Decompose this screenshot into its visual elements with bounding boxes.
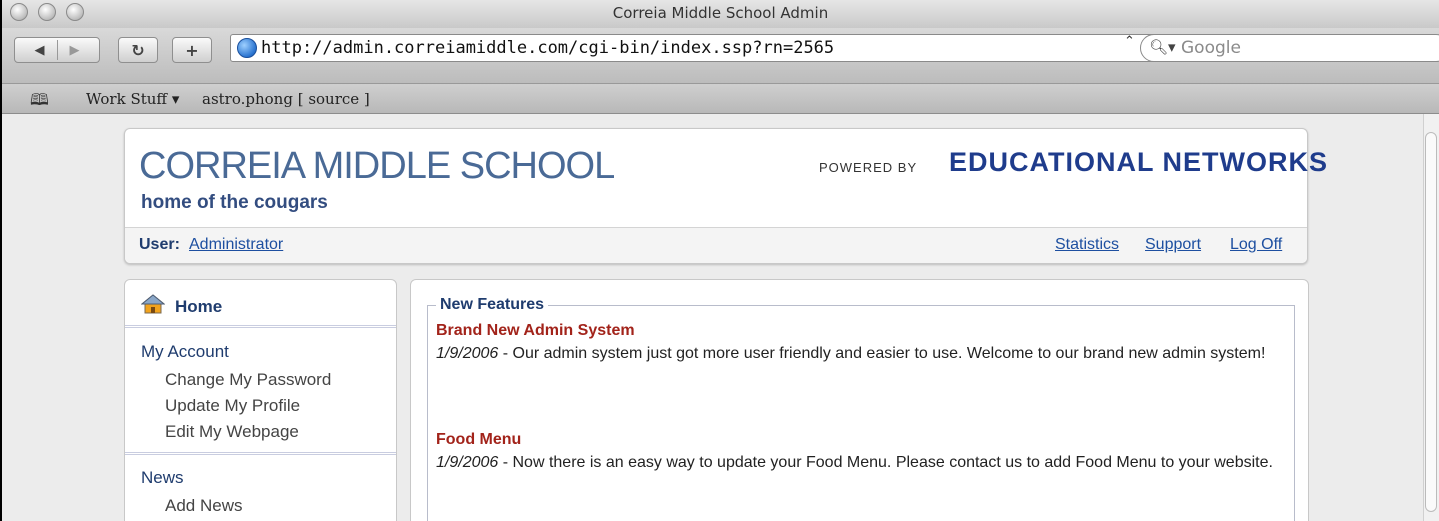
feature-body: 1/9/2006 - Now there is an easy way to u… [436, 452, 1276, 473]
globe-icon [237, 38, 257, 58]
scrollbar-thumb[interactable] [1425, 132, 1437, 512]
feature-title: Food Menu [436, 431, 522, 448]
user-name-link[interactable]: Administrator [189, 236, 283, 254]
user-label: User: [139, 236, 180, 253]
feature-text: - Our admin system just got more user fr… [498, 345, 1266, 362]
bookmark-astro-phong[interactable]: astro.phong [ source ] [202, 90, 370, 108]
log-off-link[interactable]: Log Off [1230, 236, 1282, 254]
school-name: CORREIA MIDDLE SCHOOL [139, 145, 615, 187]
home-icon [141, 294, 165, 314]
feature-text: - Now there is an easy way to update you… [498, 454, 1273, 471]
forward-arrow-icon[interactable]: ▶ [70, 43, 80, 58]
sidebar-section-my-account[interactable]: My Account [141, 342, 229, 362]
sidebar-item-update-profile[interactable]: Update My Profile [165, 396, 300, 416]
url-text[interactable]: http://admin.correiamiddle.com/cgi-bin/i… [261, 38, 834, 58]
search-icon[interactable]: 🔍︎▾ [1149, 38, 1176, 56]
sidebar-item-home[interactable]: Home [125, 280, 396, 328]
browser-toolbar: ◀ ▶ ↻ + http://admin.correiamiddle.com/c… [2, 28, 1439, 84]
sidebar-section-news[interactable]: News [141, 468, 184, 488]
feature-date: 1/9/2006 [436, 345, 499, 362]
plus-icon: + [185, 40, 199, 60]
feature-title: Brand New Admin System [436, 322, 635, 339]
sidebar-item-edit-webpage[interactable]: Edit My Webpage [165, 422, 299, 442]
reload-icon: ↻ [131, 40, 145, 60]
bookmark-work-stuff[interactable]: Work Stuff ▾ [86, 90, 179, 108]
site-header: CORREIA MIDDLE SCHOOL home of the cougar… [124, 128, 1327, 264]
bookmarks-bar: 🕮 Work Stuff ▾ astro.phong [ source ] [2, 84, 1439, 114]
sidebar-home-label[interactable]: Home [175, 297, 222, 317]
snapback-icon[interactable]: ⌃ [1124, 34, 1135, 49]
browser-window: Correia Middle School Admin ◀ ▶ ↻ + http… [0, 0, 1439, 521]
reload-button[interactable]: ↻ [118, 37, 158, 63]
sidebar-divider [125, 452, 396, 455]
back-forward-button[interactable]: ◀ ▶ [14, 37, 100, 63]
statistics-link[interactable]: Statistics [1055, 236, 1119, 254]
feature-body: 1/9/2006 - Our admin system just got mor… [436, 343, 1276, 364]
feature-date: 1/9/2006 [436, 454, 499, 471]
search-placeholder: Google [1181, 38, 1241, 58]
main-panel: New Features Brand New Admin System 1/9/… [410, 279, 1309, 521]
title-bar: Correia Middle School Admin [2, 0, 1439, 28]
add-bookmark-button[interactable]: + [172, 37, 212, 63]
powered-by-label: POWERED BY [819, 160, 918, 175]
school-tagline: home of the cougars [141, 192, 328, 213]
user-bar: User: Administrator Statistics Support L… [125, 227, 1307, 263]
sidebar-nav: Home My Account Change My Password Updat… [124, 279, 397, 521]
search-field[interactable]: 🔍︎▾ Google [1140, 34, 1439, 62]
back-arrow-icon[interactable]: ◀ [35, 43, 45, 58]
new-features-box: New Features Brand New Admin System 1/9/… [427, 296, 1295, 521]
vendor-logo: EDUCATIONAL NETWORKS [949, 147, 1328, 177]
bookmarks-book-icon[interactable]: 🕮 [30, 89, 49, 116]
sidebar-item-change-password[interactable]: Change My Password [165, 370, 331, 390]
new-features-heading: New Features [436, 296, 549, 314]
support-link[interactable]: Support [1145, 236, 1201, 254]
address-bar[interactable]: http://admin.correiamiddle.com/cgi-bin/i… [230, 34, 1160, 62]
sidebar-item-add-news[interactable]: Add News [165, 496, 242, 516]
window-title: Correia Middle School Admin [612, 4, 829, 22]
